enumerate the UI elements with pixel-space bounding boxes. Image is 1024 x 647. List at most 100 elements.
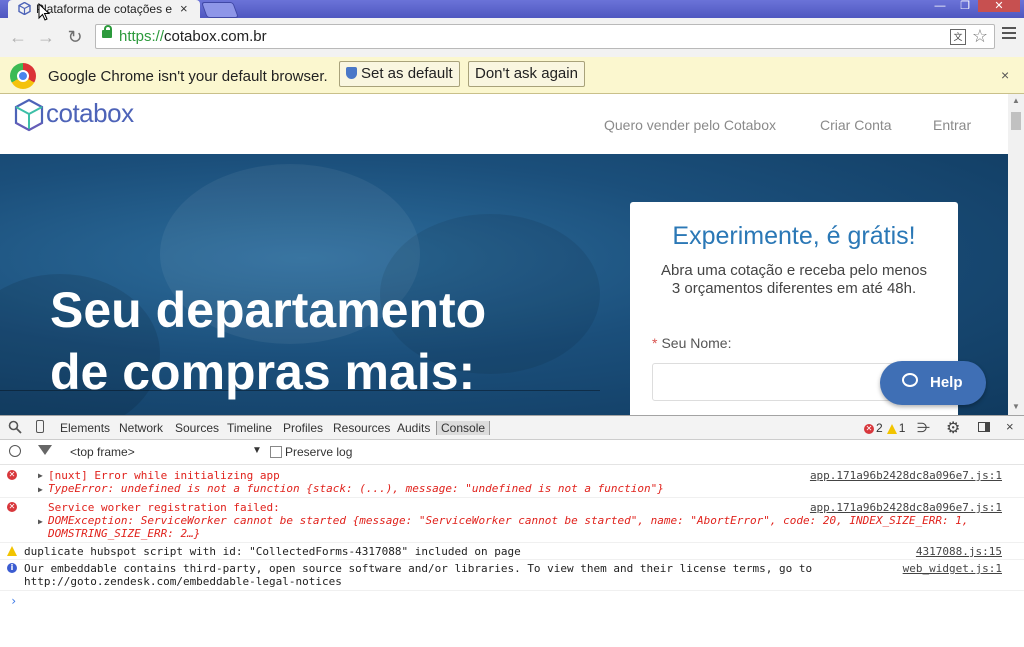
card-subtitle: Abra uma cotação e receba pelo menos 3 o… [640, 262, 948, 298]
warning-icon [886, 423, 897, 434]
expand-triangle-icon[interactable]: ▶ [38, 469, 43, 482]
mouse-cursor-icon [38, 2, 51, 24]
help-widget-button[interactable]: Help [880, 361, 986, 405]
lock-icon[interactable] [102, 25, 112, 38]
chrome-menu-icon[interactable] [1002, 27, 1016, 41]
preserve-log-checkbox[interactable] [270, 446, 282, 458]
chrome-logo-icon [10, 63, 36, 89]
expand-triangle-icon[interactable]: ▶ [38, 483, 43, 496]
card-subtitle-line: Abra uma cotação e receba pelo menos [661, 262, 927, 279]
warning-count: 1 [898, 421, 906, 435]
dock-side-icon[interactable] [978, 422, 990, 432]
set-as-default-button[interactable]: Set as default [339, 61, 460, 87]
site-header: cotabox Quero vender pelo Cotabox Criar … [0, 94, 1008, 154]
inspect-search-icon[interactable] [8, 420, 22, 437]
back-arrow-icon[interactable]: ← [8, 26, 28, 48]
source-link[interactable]: app.171a96b2428dc8a096e7.js:1 [810, 501, 1002, 514]
error-icon: ✕ [7, 502, 17, 512]
cotabox-favicon-icon [18, 1, 31, 18]
minimize-button[interactable]: — [928, 0, 952, 12]
browser-toolbar: ← → ↻ https://cotabox.com.br 文 ☆ [0, 18, 1024, 58]
tab-network[interactable]: Network [119, 421, 163, 435]
cotabox-logo-icon[interactable] [14, 98, 44, 139]
devtools-tab-bar: Elements Network Sources Timeline Profil… [0, 415, 1024, 440]
info-icon: i [7, 563, 17, 573]
device-mode-icon[interactable] [36, 420, 44, 433]
close-window-button[interactable]: ✕ [978, 0, 1020, 12]
console-message-warning: duplicate hubspot script with id: "Colle… [0, 543, 1024, 560]
tab-close-icon[interactable]: × [180, 1, 188, 16]
tab-timeline[interactable]: Timeline [227, 421, 272, 435]
page-scrollbar[interactable]: ▲ ▼ [1008, 94, 1024, 415]
tab-audits[interactable]: Audits [397, 421, 430, 435]
bookmark-star-icon[interactable]: ☆ [972, 26, 988, 47]
url-text[interactable]: https://cotabox.com.br [119, 28, 267, 45]
scroll-up-arrow-icon[interactable]: ▲ [1012, 96, 1020, 105]
console-message-detail[interactable]: DOMSTRING_SIZE_ERR: 2…} [48, 527, 200, 540]
reload-icon[interactable]: ↻ [65, 26, 85, 48]
console-toolbar: <top frame> ▼ Preserve log [0, 440, 1024, 465]
scrollbar-thumb[interactable] [1011, 112, 1021, 130]
tab-profiles[interactable]: Profiles [283, 421, 323, 435]
help-label: Help [930, 374, 963, 391]
hero-title: Seu departamento de compras mais: [50, 279, 610, 403]
console-drawer-icon[interactable]: ⋺ [917, 420, 930, 436]
console-message-detail[interactable]: TypeError: undefined is not a function {… [48, 482, 664, 495]
error-icon: ✕ [7, 470, 17, 480]
hero-title-line: Seu departamento [50, 282, 487, 338]
default-browser-infobar: Google Chrome isn't your default browser… [0, 57, 1024, 94]
nav-link-sell[interactable]: Quero vender pelo Cotabox [604, 117, 776, 133]
console-message-error: ✕ ▶ [nuxt] Error while initializing app … [0, 466, 1024, 498]
infobar-close-icon[interactable]: × [1001, 67, 1009, 83]
error-icon: ✕ [864, 423, 874, 434]
expand-triangle-icon[interactable]: ▶ [38, 515, 43, 528]
hero-title-line: de compras mais: [50, 344, 476, 400]
source-link[interactable]: 4317088.js:15 [916, 545, 1002, 558]
console-message-link[interactable]: http://goto.zendesk.com/embeddable-legal… [24, 575, 342, 588]
browser-tab-active[interactable]: Plataforma de cotações e × [8, 0, 200, 18]
required-marker: * [652, 335, 658, 351]
nav-link-create-account[interactable]: Criar Conta [820, 117, 892, 133]
scroll-down-arrow-icon[interactable]: ▼ [1012, 402, 1020, 411]
console-prompt[interactable]: › [10, 594, 17, 608]
chat-bubble-icon [902, 373, 918, 387]
infobar-message: Google Chrome isn't your default browser… [48, 68, 328, 85]
forward-arrow-icon[interactable]: → [36, 26, 56, 48]
console-message-detail[interactable]: DOMException: ServiceWorker cannot be st… [48, 514, 969, 527]
translate-icon[interactable]: 文 [950, 29, 966, 45]
name-field-label: * Seu Nome: [652, 335, 732, 351]
console-message-text: Our embeddable contains third-party, ope… [24, 562, 813, 575]
frame-selector[interactable]: <top frame> [70, 445, 135, 459]
site-logo-text[interactable]: cotabox [46, 98, 134, 129]
preserve-log-label: Preserve log [285, 445, 353, 459]
tab-sources[interactable]: Sources [175, 421, 219, 435]
console-message-text: Service worker registration failed: [48, 501, 280, 514]
name-label-text: Seu Nome: [661, 335, 732, 351]
new-tab-button[interactable] [201, 2, 239, 18]
tab-resources[interactable]: Resources [333, 421, 390, 435]
warning-icon [7, 546, 17, 556]
clear-console-icon[interactable] [9, 445, 21, 457]
dropdown-arrow-icon[interactable]: ▼ [252, 445, 262, 456]
dont-ask-again-button[interactable]: Don't ask again [468, 61, 585, 87]
console-message-error: ✕ Service worker registration failed: ▶ … [0, 498, 1024, 543]
devtools-close-icon[interactable]: × [1006, 419, 1014, 434]
card-subtitle-line: 3 orçamentos diferentes em até 48h. [671, 280, 917, 297]
tab-title: Plataforma de cotações e [36, 2, 173, 16]
tab-elements[interactable]: Elements [60, 421, 110, 435]
restore-button[interactable]: ❐ [954, 0, 976, 12]
source-link[interactable]: web_widget.js:1 [903, 562, 1002, 575]
console-message-info: i Our embeddable contains third-party, o… [0, 560, 1024, 591]
filter-icon[interactable] [38, 445, 52, 455]
settings-gear-icon[interactable]: ⚙ [946, 418, 960, 438]
tab-console[interactable]: Console [436, 421, 491, 435]
name-input[interactable] [652, 363, 902, 401]
address-bar[interactable]: https://cotabox.com.br 文 ☆ [95, 24, 995, 49]
source-link[interactable]: app.171a96b2428dc8a096e7.js:1 [810, 469, 1002, 482]
shield-icon [346, 67, 357, 79]
nav-link-login[interactable]: Entrar [933, 117, 971, 133]
set-default-label: Set as default [361, 65, 453, 82]
error-warning-counter[interactable]: ✕ 2 1 [864, 421, 905, 435]
page-viewport: cotabox Quero vender pelo Cotabox Criar … [0, 94, 1008, 415]
error-count: 2 [876, 421, 883, 435]
